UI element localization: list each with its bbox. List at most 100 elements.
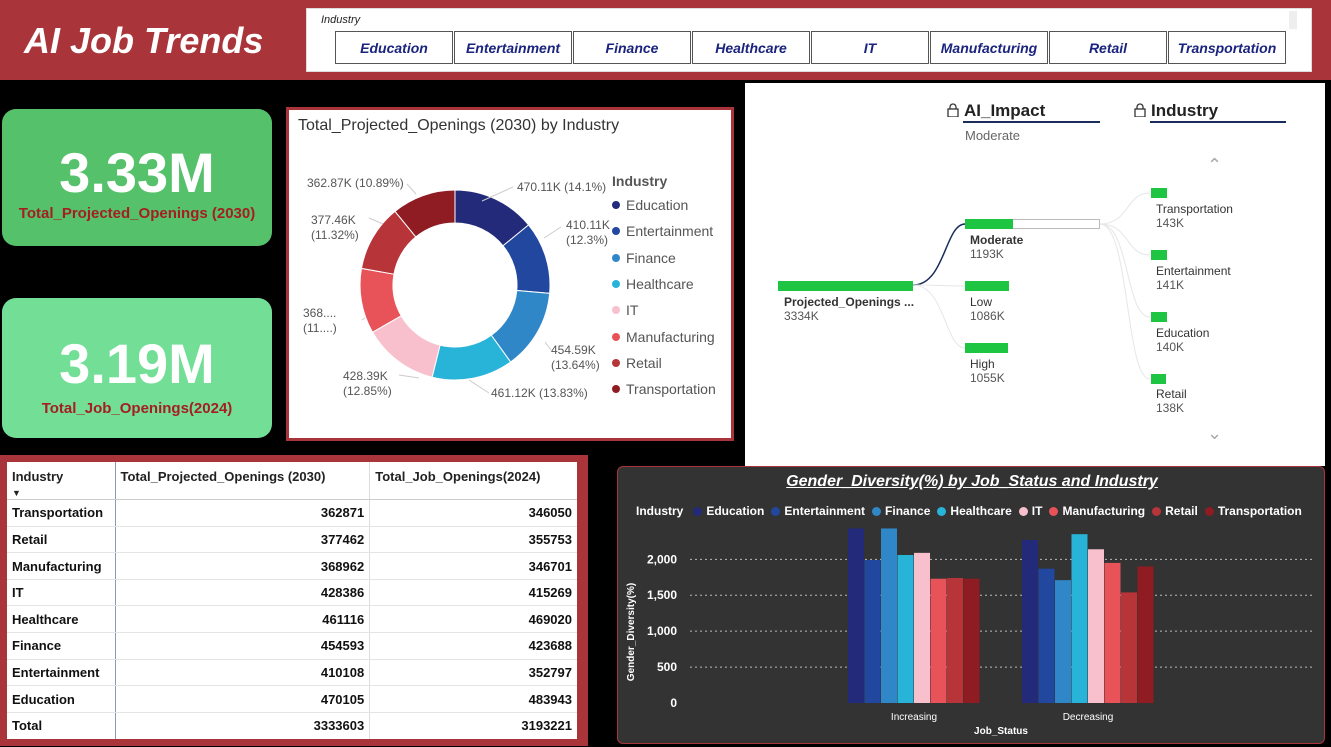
table-row[interactable]: Retail 377462 355753 bbox=[7, 526, 577, 554]
legend-item-transportation[interactable]: Transportation bbox=[612, 381, 716, 397]
tree-node-value: 1193K bbox=[970, 247, 1004, 261]
bar-healthcare-increasing[interactable] bbox=[897, 555, 914, 703]
slicer-option-finance[interactable]: Finance bbox=[573, 31, 691, 64]
table-total-row[interactable]: Total 3333603 3193221 bbox=[7, 712, 577, 739]
table-row[interactable]: Transportation 362871 346050 bbox=[7, 499, 577, 527]
slicer-scrollbar[interactable] bbox=[1289, 11, 1297, 29]
table-cell: IT bbox=[7, 579, 116, 607]
tree-level-ai-impact[interactable]: AI_Impact bbox=[947, 101, 1045, 121]
table-header-row: Industry ▼ Total_Projected_Openings (203… bbox=[7, 462, 577, 500]
openings-table: Industry ▼ Total_Projected_Openings (203… bbox=[7, 462, 577, 739]
chevron-up-icon[interactable]: ⌃ bbox=[1207, 155, 1222, 176]
bar-education-increasing[interactable] bbox=[848, 528, 864, 703]
bar-entertainment-decreasing[interactable] bbox=[1038, 568, 1055, 703]
bar-retail-increasing[interactable] bbox=[947, 578, 963, 703]
donut-data-label: 362.87K (10.89%) bbox=[307, 176, 404, 190]
legend-label: Entertainment bbox=[626, 223, 714, 240]
donut-data-label: 368.... (11....) bbox=[303, 306, 337, 335]
table-cell: 415269 bbox=[369, 579, 577, 607]
table-row[interactable]: IT 428386 415269 bbox=[7, 579, 577, 607]
tree-node-name: High bbox=[970, 357, 995, 371]
legend-label: Manufacturing bbox=[626, 328, 715, 345]
table-cell: 3193221 bbox=[521, 718, 572, 734]
table-row[interactable]: Education 470105 483943 bbox=[7, 685, 577, 713]
table-cell: 368962 bbox=[115, 552, 371, 580]
slicer-option-it[interactable]: IT bbox=[811, 31, 929, 64]
tree-node-entertainment-bar[interactable] bbox=[1151, 250, 1167, 260]
legend-item-entertainment[interactable]: Entertainment bbox=[612, 223, 713, 239]
tree-node-education-bar[interactable] bbox=[1151, 312, 1167, 322]
slicer-option-entertainment[interactable]: Entertainment bbox=[454, 31, 572, 64]
kpi-value: 3.33M bbox=[59, 141, 215, 204]
bar-education-decreasing[interactable] bbox=[1022, 539, 1038, 703]
legend-item-retail[interactable]: Retail bbox=[612, 355, 662, 371]
tree-connectors bbox=[912, 192, 1151, 380]
bar-retail-decreasing[interactable] bbox=[1121, 592, 1137, 703]
table-cell: 483943 bbox=[369, 685, 577, 713]
tree-node-high-bar[interactable] bbox=[965, 343, 1008, 353]
legend-item-it[interactable]: IT bbox=[612, 302, 638, 318]
tree-node-transportation-bar[interactable] bbox=[1151, 188, 1167, 198]
slicer-option-transportation[interactable]: Transportation bbox=[1168, 31, 1286, 64]
table-cell: 470105 bbox=[115, 685, 371, 713]
table-cell: 3333603 bbox=[115, 712, 371, 739]
chevron-down-icon[interactable]: ⌄ bbox=[1207, 423, 1222, 444]
tree-node-name: Entertainment bbox=[1156, 264, 1231, 278]
bar-it-decreasing[interactable] bbox=[1088, 549, 1104, 703]
donut-chart-card: Total_Projected_Openings (2030) by Indus… bbox=[286, 107, 734, 441]
kpi-label: Total_Job_Openings(2024) bbox=[41, 400, 233, 417]
tree-node-name: Moderate bbox=[970, 233, 1024, 247]
donut-data-label: 470.11K (14.1%) bbox=[517, 180, 607, 194]
legend-label: Retail bbox=[626, 354, 662, 371]
legend-swatch bbox=[612, 253, 620, 262]
tree-node-value: 138K bbox=[1156, 401, 1185, 415]
kpi-projected-openings: 3.33M Total_Projected_Openings (2030) bbox=[2, 109, 272, 246]
dashboard-title: AI Job Trends bbox=[24, 20, 264, 61]
tree-node-name: Transportation bbox=[1156, 202, 1233, 216]
bar-healthcare-decreasing[interactable] bbox=[1071, 534, 1088, 703]
legend-label: Finance bbox=[626, 249, 676, 266]
table-row[interactable]: Finance 454593 423688 bbox=[7, 632, 577, 660]
table-row[interactable]: Healthcare 461116 469020 bbox=[7, 605, 577, 634]
table-row[interactable]: Entertainment 410108 352797 bbox=[7, 659, 577, 687]
legend-swatch bbox=[612, 306, 620, 315]
table-cell: 346050 bbox=[369, 499, 577, 527]
tree-level-selection: Moderate bbox=[965, 128, 1020, 143]
tree-level-industry[interactable]: Industry bbox=[1134, 101, 1218, 121]
table-row[interactable]: Manufacturing 368962 346701 bbox=[7, 552, 577, 580]
y-tick-label: 500 bbox=[657, 660, 677, 674]
table-cell: Manufacturing bbox=[7, 552, 116, 580]
table-cell: 428386 bbox=[115, 579, 371, 607]
legend-label: Transportation bbox=[626, 381, 716, 398]
column-header-current[interactable]: Total_Job_Openings(2024) bbox=[369, 462, 577, 500]
legend-item-education[interactable]: Education bbox=[612, 197, 688, 213]
bar-finance-increasing[interactable] bbox=[881, 528, 897, 703]
table-cell: 346701 bbox=[369, 552, 577, 580]
slicer-option-healthcare[interactable]: Healthcare bbox=[692, 31, 810, 64]
bar-manufacturing-decreasing[interactable] bbox=[1104, 562, 1121, 703]
tree-node-low-bar[interactable] bbox=[965, 281, 1009, 291]
tree-node-root-name: Projected_Openings ... bbox=[784, 295, 915, 309]
slicer-option-manufacturing[interactable]: Manufacturing bbox=[930, 31, 1048, 64]
bar-entertainment-increasing[interactable] bbox=[864, 560, 881, 703]
donut-legend-title: Industry bbox=[612, 173, 668, 189]
bar-it-increasing[interactable] bbox=[914, 552, 930, 703]
tree-node-moderate-bar[interactable] bbox=[965, 219, 1013, 229]
bar-finance-decreasing[interactable] bbox=[1055, 580, 1071, 703]
bar-transportation-decreasing[interactable] bbox=[1137, 566, 1154, 703]
tree-node-retail-bar[interactable] bbox=[1151, 374, 1166, 384]
slicer-option-education[interactable]: Education bbox=[335, 31, 453, 64]
slicer-option-retail[interactable]: Retail bbox=[1049, 31, 1167, 64]
y-tick-label: 1,000 bbox=[647, 624, 677, 638]
column-header-projected[interactable]: Total_Projected_Openings (2030) bbox=[115, 462, 371, 500]
legend-item-manufacturing[interactable]: Manufacturing bbox=[612, 329, 715, 345]
legend-item-finance[interactable]: Finance bbox=[612, 250, 676, 266]
table-cell: 469020 bbox=[369, 605, 577, 634]
bar-transportation-increasing[interactable] bbox=[963, 578, 980, 703]
tree-level-underline bbox=[1150, 121, 1286, 123]
legend-item-healthcare[interactable]: Healthcare bbox=[612, 276, 694, 292]
bar-manufacturing-increasing[interactable] bbox=[930, 578, 947, 703]
tree-node-name: Education bbox=[1156, 326, 1210, 340]
tree-node-root-bar[interactable] bbox=[778, 281, 913, 291]
column-header-industry[interactable]: Industry ▼ bbox=[7, 462, 116, 500]
